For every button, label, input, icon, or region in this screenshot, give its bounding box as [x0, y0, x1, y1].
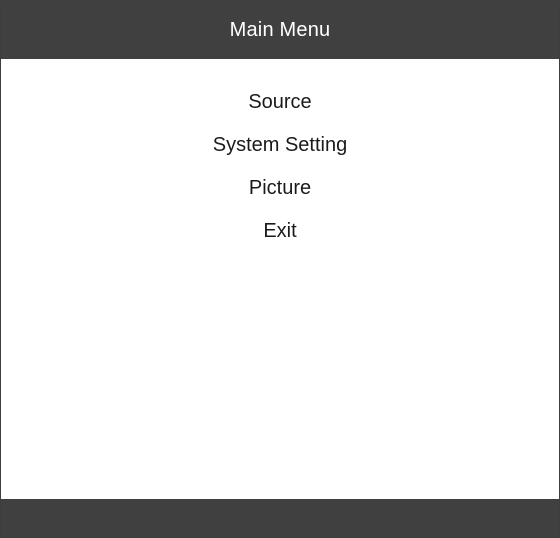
menu-item-source[interactable]: Source — [236, 81, 323, 124]
menu-item-exit[interactable]: Exit — [251, 210, 308, 253]
menu-header: Main Menu — [1, 1, 559, 59]
menu-title: Main Menu — [229, 18, 331, 41]
menu-item-system-setting[interactable]: System Setting — [201, 124, 360, 167]
menu-list: Source System Setting Picture Exit — [1, 81, 559, 253]
menu-footer-bar — [1, 499, 559, 537]
main-menu-window: Main Menu Source System Setting Picture … — [0, 0, 560, 538]
menu-item-picture[interactable]: Picture — [237, 167, 323, 210]
